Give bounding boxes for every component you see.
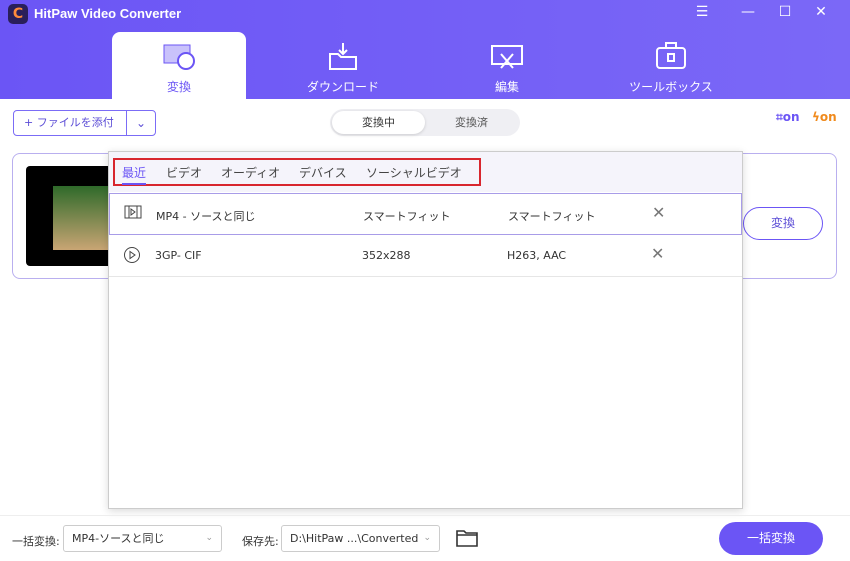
chevron-down-icon: ⌄ <box>205 533 213 543</box>
remove-icon[interactable]: ✕ <box>652 203 665 222</box>
plus-icon: + <box>24 116 34 129</box>
format-tabs: 最近 ビデオ オーディオ デバイス ソーシャルビデオ <box>109 152 742 192</box>
save-path-value: D:\HitPaw ...\Converted <box>290 532 419 545</box>
chevron-down-icon: ⌄ <box>423 533 431 543</box>
tab-download[interactable]: ダウンロード <box>276 32 410 99</box>
lightning-icon: ϟ <box>812 110 820 124</box>
tab-converted[interactable]: 変換済 <box>425 111 518 134</box>
folder-icon[interactable] <box>456 529 478 550</box>
convert-button[interactable]: 変換 <box>743 207 823 240</box>
format-codec: スマートフィット <box>508 210 596 223</box>
format-tab-recent[interactable]: 最近 <box>122 164 147 185</box>
tab-converting[interactable]: 変換中 <box>332 111 425 134</box>
add-file-main[interactable]: + ファイルを添付 <box>14 111 126 135</box>
menu-button[interactable]: ☰ <box>692 4 712 20</box>
app-title: HitPaw Video Converter <box>34 6 182 21</box>
play-circle-icon <box>123 246 141 267</box>
save-to-label: 保存先: <box>242 535 279 548</box>
bulk-convert-label: 一括変換: <box>12 535 60 548</box>
convert-icon <box>112 32 246 70</box>
hardware-acceleration-button[interactable]: ⌗on <box>776 110 800 125</box>
maximize-button[interactable]: ☐ <box>775 4 795 20</box>
format-resolution: 352x288 <box>362 249 411 262</box>
download-icon <box>276 32 410 70</box>
bottom-bar: 一括変換: MP4-ソースと同じ ⌄ 保存先: D:\HitPaw ...\Con… <box>0 515 850 561</box>
convert-all-button[interactable]: 一括変換 <box>719 522 823 555</box>
add-file-dropdown[interactable]: ⌄ <box>126 111 155 135</box>
save-path-select[interactable]: D:\HitPaw ...\Converted ⌄ <box>281 525 440 552</box>
video-film-icon <box>124 205 142 222</box>
minimize-button[interactable]: — <box>738 4 758 20</box>
format-tab-social[interactable]: ソーシャルビデオ <box>366 164 462 181</box>
app-logo: C <box>8 4 28 24</box>
tab-edit[interactable]: 編集 <box>440 32 574 99</box>
format-tab-device[interactable]: デバイス <box>299 164 347 181</box>
format-name: MP4 - ソースと同じ <box>156 210 256 223</box>
format-popup: 最近 ビデオ オーディオ デバイス ソーシャルビデオ MP4 - ソースと同じ … <box>108 151 743 509</box>
title-bar: C HitPaw Video Converter ☰ — ☐ ✕ 変換 ダウンロ… <box>0 0 850 99</box>
tab-toolbox[interactable]: ツールボックス <box>604 32 738 99</box>
format-row[interactable]: MP4 - ソースと同じ スマートフィット スマートフィット ✕ <box>109 193 742 235</box>
format-tab-audio[interactable]: オーディオ <box>221 164 280 181</box>
format-resolution: スマートフィット <box>363 210 451 223</box>
bulk-format-value: MP4-ソースと同じ <box>72 532 165 545</box>
close-button[interactable]: ✕ <box>811 4 831 20</box>
tab-convert[interactable]: 変換 <box>112 32 246 99</box>
remove-icon[interactable]: ✕ <box>651 244 664 263</box>
format-tab-video[interactable]: ビデオ <box>166 164 202 181</box>
format-codec: H263, AAC <box>507 249 567 262</box>
bulk-format-select[interactable]: MP4-ソースと同じ ⌄ <box>63 525 222 552</box>
lightning-mode-button[interactable]: ϟon <box>812 110 837 124</box>
format-name: 3GP- CIF <box>155 249 202 262</box>
edit-icon <box>440 32 574 70</box>
toolbox-icon <box>604 32 738 70</box>
add-file-label: ファイルを添付 <box>36 116 114 129</box>
chip-icon: ⌗ <box>776 110 783 124</box>
add-file-button[interactable]: + ファイルを添付 ⌄ <box>13 110 156 136</box>
format-row[interactable]: 3GP- CIF 352x288 H263, AAC ✕ <box>109 235 742 277</box>
status-toggle: 変換中 変換済 <box>330 109 520 136</box>
